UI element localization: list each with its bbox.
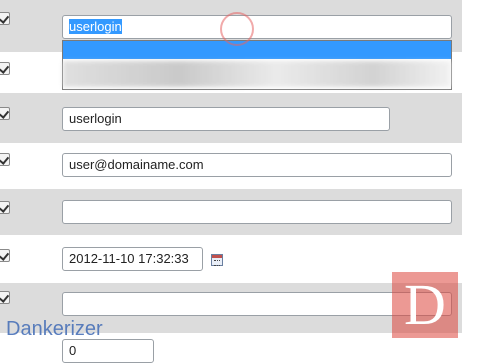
login-autocomplete-input[interactable]: userlogin (62, 15, 452, 39)
checkbox-checked-icon[interactable] (0, 107, 10, 120)
calendar-icon[interactable] (211, 254, 223, 266)
number-input[interactable]: 0 (62, 339, 154, 363)
form-row-login: userlogin (0, 93, 462, 143)
autocomplete-dropdown[interactable] (62, 40, 452, 90)
watermark-logo: D (392, 272, 458, 338)
login-input[interactable]: userlogin (62, 107, 390, 131)
checkbox-checked-icon[interactable] (0, 12, 10, 25)
selected-text: userlogin (69, 19, 122, 34)
watermark-text: Dankerizer (6, 318, 103, 340)
blank-input-1[interactable] (62, 200, 452, 224)
right-gutter (462, 0, 480, 360)
checkbox-checked-icon[interactable] (0, 201, 10, 214)
checkbox-checked-icon[interactable] (0, 62, 10, 75)
checkbox-checked-icon[interactable] (0, 153, 10, 166)
autocomplete-blurred-options (63, 61, 451, 87)
form-row-blank-1 (0, 189, 462, 235)
checkbox-checked-icon[interactable] (0, 291, 10, 304)
datetime-input[interactable]: 2012-11-10 17:32:33 (62, 247, 203, 271)
autocomplete-highlighted-option[interactable] (63, 41, 451, 59)
form-row-email: user@domainame.com (0, 143, 462, 189)
cursor-click-indicator (220, 12, 254, 46)
email-input[interactable]: user@domainame.com (62, 153, 452, 177)
checkbox-checked-icon[interactable] (0, 249, 10, 262)
